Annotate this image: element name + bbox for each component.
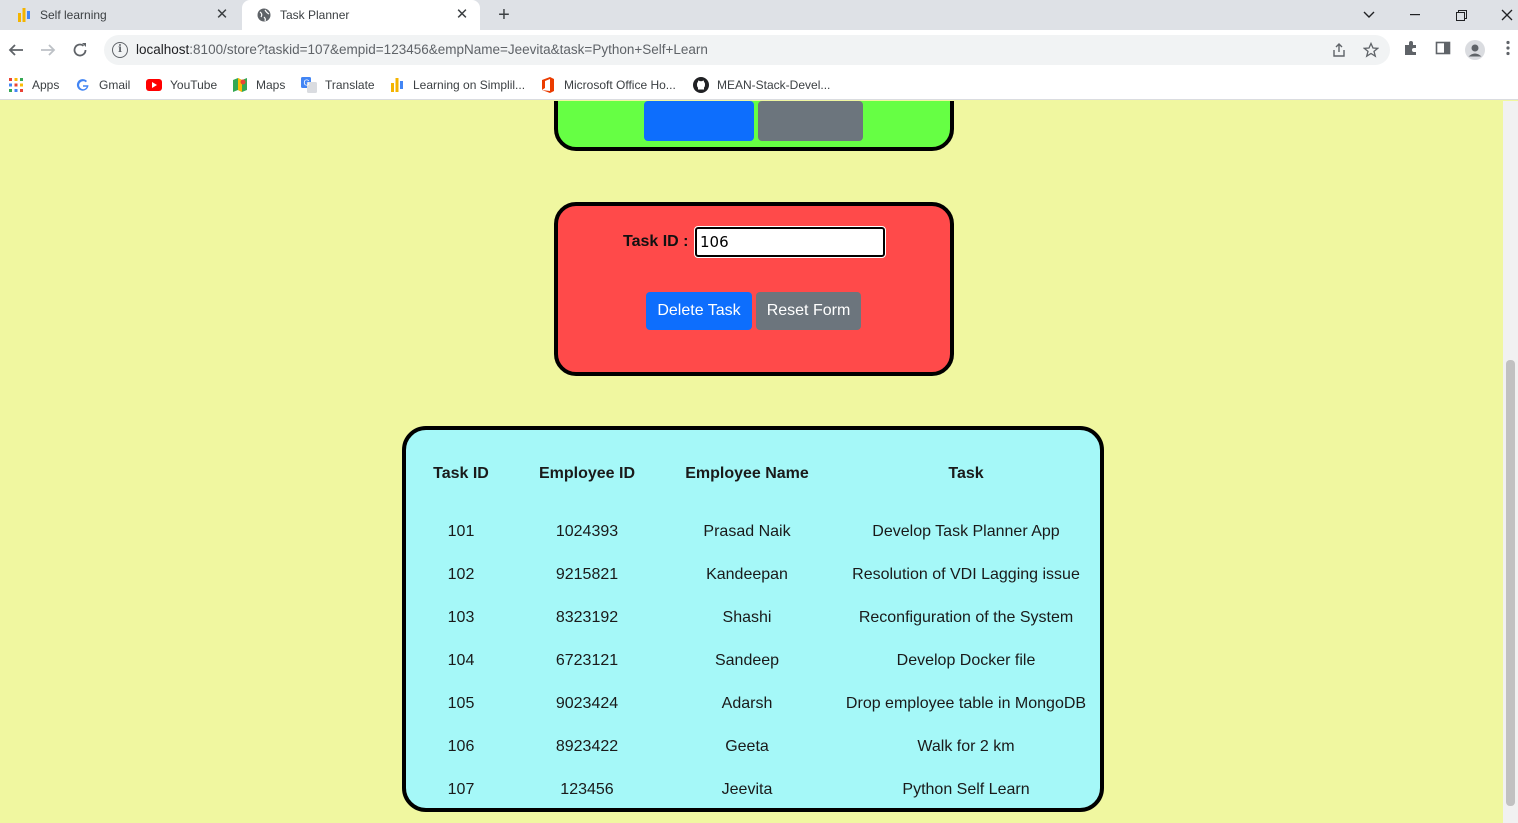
cell-task: Develop Task Planner App bbox=[872, 523, 1060, 540]
bookmark-office[interactable]: Microsoft Office Ho... bbox=[540, 74, 676, 96]
add-task-button[interactable] bbox=[644, 101, 754, 141]
cell-employee-name: Adarsh bbox=[721, 695, 773, 712]
cell-task-id: 105 bbox=[447, 695, 475, 712]
simplilearn-icon bbox=[389, 77, 405, 93]
column-header-employee-name: Employee Name bbox=[685, 465, 809, 482]
share-icon[interactable] bbox=[1330, 42, 1348, 60]
back-arrow-icon[interactable] bbox=[5, 39, 27, 61]
task-table-card: Task ID Employee ID Employee Name Task 1… bbox=[402, 426, 1104, 812]
tab-title: Self learning bbox=[40, 8, 107, 22]
bookmark-label: MEAN-Stack-Devel... bbox=[717, 78, 831, 92]
url-path: :8100/store?taskid=107&empid=123456&empN… bbox=[189, 42, 708, 57]
cell-employee-name: Jeevita bbox=[721, 781, 773, 798]
restore-icon[interactable] bbox=[1438, 0, 1484, 30]
side-panel-icon[interactable] bbox=[1433, 40, 1453, 60]
bookmark-label: YouTube bbox=[170, 78, 218, 92]
svg-text:G: G bbox=[304, 79, 310, 88]
bookmark-label: Maps bbox=[256, 78, 286, 92]
apps-grid-icon bbox=[8, 77, 24, 93]
tab-title: Task Planner bbox=[280, 8, 350, 22]
bookmark-simplilearn[interactable]: Learning on Simplil... bbox=[389, 74, 525, 96]
bookmark-gmail[interactable]: Gmail bbox=[75, 74, 130, 96]
github-icon bbox=[693, 77, 709, 93]
minimize-icon[interactable] bbox=[1392, 0, 1438, 30]
bookmark-label: Microsoft Office Ho... bbox=[564, 78, 676, 92]
cell-employee-name: Shashi bbox=[722, 609, 772, 626]
reload-icon[interactable] bbox=[69, 39, 91, 61]
simplilearn-icon bbox=[16, 7, 32, 23]
cell-task: Reconfiguration of the System bbox=[858, 609, 1074, 626]
column-header-task-id: Task ID bbox=[433, 465, 489, 482]
globe-icon bbox=[256, 7, 272, 23]
close-icon[interactable]: ✕ bbox=[214, 7, 230, 23]
maps-icon bbox=[232, 77, 248, 93]
column-header-employee-id: Employee ID bbox=[538, 465, 636, 482]
cell-task-id: 107 bbox=[447, 781, 475, 798]
reset-form-button[interactable] bbox=[758, 101, 863, 141]
cell-task-id: 103 bbox=[447, 609, 475, 626]
tab-task-planner[interactable]: Task Planner ✕ bbox=[242, 0, 480, 30]
bookmarks-bar: Apps Gmail YouTube Maps G Translate Lear… bbox=[0, 70, 1518, 100]
cell-task-id: 101 bbox=[447, 523, 475, 540]
page-viewport: Task ID : Delete Task Reset Form Task ID… bbox=[0, 101, 1518, 823]
cell-task: Drop employee table in MongoDB bbox=[845, 695, 1087, 712]
bookmark-translate[interactable]: G Translate bbox=[301, 74, 375, 96]
bookmark-github[interactable]: MEAN-Stack-Devel... bbox=[693, 74, 830, 96]
google-icon bbox=[75, 77, 91, 93]
address-bar[interactable]: i localhost:8100/store?taskid=107&empid=… bbox=[104, 35, 1390, 65]
task-id-input[interactable] bbox=[694, 226, 886, 258]
office-icon bbox=[540, 77, 556, 93]
cell-employee-name: Sandeep bbox=[714, 652, 780, 669]
url-text[interactable]: localhost:8100/store?taskid=107&empid=12… bbox=[136, 42, 708, 57]
delete-task-card: Task ID : Delete Task Reset Form bbox=[554, 202, 954, 376]
delete-task-button[interactable]: Delete Task bbox=[646, 292, 752, 330]
column-header-task: Task bbox=[948, 465, 984, 482]
browser-toolbar: i localhost:8100/store?taskid=107&empid=… bbox=[0, 30, 1518, 70]
task-id-label: Task ID : bbox=[623, 233, 689, 250]
cell-task: Develop Docker file bbox=[896, 652, 1036, 669]
extensions-puzzle-icon[interactable] bbox=[1401, 40, 1421, 60]
cell-employee-id: 8923422 bbox=[555, 738, 619, 755]
menu-kebab-icon[interactable] bbox=[1498, 40, 1518, 60]
bookmark-label: Translate bbox=[325, 78, 375, 92]
site-info-icon[interactable]: i bbox=[112, 42, 128, 58]
close-icon[interactable]: ✕ bbox=[454, 7, 470, 23]
url-host: localhost bbox=[136, 42, 190, 57]
cell-employee-id: 9023424 bbox=[555, 695, 619, 712]
cell-employee-name: Prasad Naik bbox=[703, 523, 791, 540]
youtube-icon bbox=[146, 77, 162, 93]
browser-tab-bar: Self learning ✕ Task Planner ✕ + bbox=[0, 0, 1518, 30]
close-window-icon[interactable] bbox=[1484, 0, 1518, 30]
new-tab-button[interactable]: + bbox=[493, 4, 515, 26]
cell-task-id: 104 bbox=[447, 652, 475, 669]
cell-employee-id: 9215821 bbox=[555, 566, 619, 583]
cell-employee-id: 8323192 bbox=[555, 609, 619, 626]
bookmark-label: Apps bbox=[32, 78, 60, 92]
scrollbar-thumb[interactable] bbox=[1506, 360, 1515, 806]
reset-form-button[interactable]: Reset Form bbox=[756, 292, 861, 330]
cell-employee-id: 6723121 bbox=[555, 652, 619, 669]
bookmark-apps[interactable]: Apps bbox=[8, 74, 59, 96]
forward-arrow-icon[interactable] bbox=[37, 39, 59, 61]
cell-employee-name: Kandeepan bbox=[706, 566, 788, 583]
cell-task: Resolution of VDI Lagging issue bbox=[852, 566, 1080, 583]
add-task-card bbox=[554, 101, 954, 151]
cell-task: Walk for 2 km bbox=[917, 738, 1015, 755]
tab-self-learning[interactable]: Self learning ✕ bbox=[2, 0, 240, 30]
cell-employee-id: 1024393 bbox=[555, 523, 619, 540]
bookmark-label: Gmail bbox=[99, 78, 131, 92]
bookmark-youtube[interactable]: YouTube bbox=[146, 74, 217, 96]
cell-employee-name: Geeta bbox=[725, 738, 769, 755]
bookmark-maps[interactable]: Maps bbox=[232, 74, 285, 96]
cell-task-id: 102 bbox=[447, 566, 475, 583]
bookmark-label: Learning on Simplil... bbox=[413, 78, 526, 92]
cell-employee-id: 123456 bbox=[560, 781, 614, 798]
bookmark-star-icon[interactable] bbox=[1362, 41, 1380, 60]
cell-task: Python Self Learn bbox=[902, 781, 1030, 798]
tab-search-icon[interactable] bbox=[1346, 0, 1392, 30]
cell-task-id: 106 bbox=[447, 738, 475, 755]
profile-avatar-icon[interactable] bbox=[1465, 40, 1485, 60]
translate-icon: G bbox=[301, 77, 317, 93]
